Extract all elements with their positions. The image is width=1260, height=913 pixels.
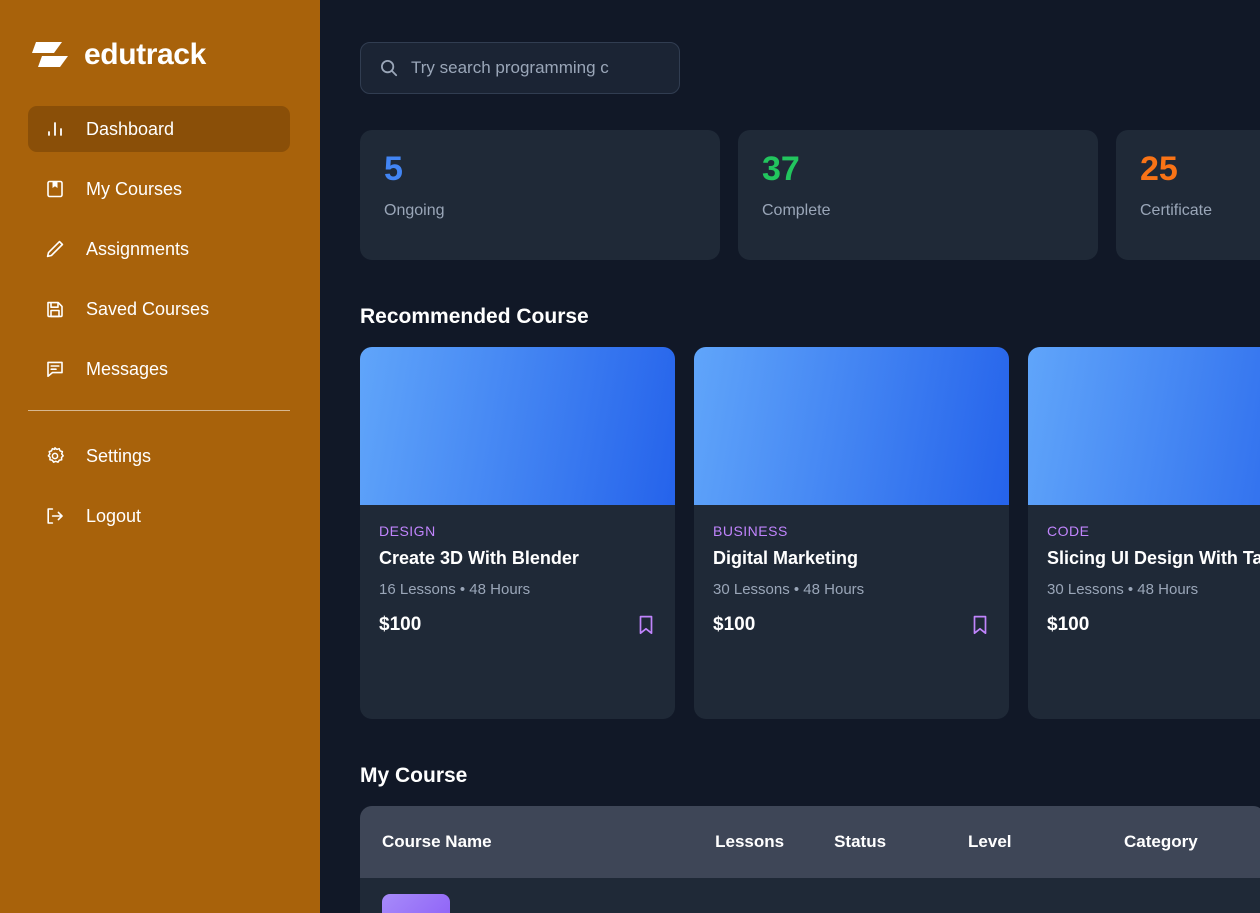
sidebar-item-label: Saved Courses bbox=[86, 298, 210, 319]
course-title: Slicing UI Design With Tailwind bbox=[1047, 548, 1260, 568]
course-thumbnail bbox=[694, 347, 1009, 505]
column-header-lessons[interactable]: Lessons bbox=[715, 832, 834, 852]
sidebar-item-label: Assignments bbox=[86, 238, 190, 259]
sidebar-item-label: Logout bbox=[86, 505, 142, 526]
brand: edutrack bbox=[0, 0, 320, 80]
course-meta: 30 Lessons • 48 Hours bbox=[1047, 580, 1199, 598]
course-price: $100 bbox=[1047, 613, 1090, 635]
course-title: Digital Marketing bbox=[713, 548, 859, 568]
column-header-course-name[interactable]: Course Name bbox=[382, 832, 715, 852]
course-card-body: DESIGN Create 3D With Blender 16 Lessons… bbox=[360, 505, 675, 719]
course-title: Create 3D With Blender bbox=[379, 548, 579, 568]
sidebar-item-saved-courses[interactable]: Saved Courses bbox=[28, 286, 290, 332]
stat-value: 5 bbox=[384, 150, 403, 188]
sidebar-item-label: Dashboard bbox=[86, 118, 175, 139]
logout-arrow-icon bbox=[44, 505, 66, 527]
sidebar-item-label: Settings bbox=[86, 445, 152, 466]
sidebar-item-settings[interactable]: Settings bbox=[28, 433, 290, 479]
my-course-table: Course Name Lessons Status Level Categor… bbox=[360, 806, 1260, 913]
stats-row: 5 Ongoing 37 Complete 25 Certificate bbox=[360, 130, 1260, 260]
column-header-status[interactable]: Status bbox=[834, 832, 968, 852]
course-category: CODE bbox=[1047, 523, 1090, 539]
message-square-icon bbox=[44, 358, 66, 380]
stat-value: 25 bbox=[1140, 150, 1178, 188]
save-disk-icon bbox=[44, 298, 66, 320]
recommended-course-title: Recommended Course bbox=[360, 305, 589, 328]
stat-card-complete[interactable]: 37 Complete bbox=[738, 130, 1098, 260]
brand-name: edutrack bbox=[84, 38, 206, 71]
stacked-bars-logo-icon bbox=[32, 38, 70, 72]
column-header-category[interactable]: Category bbox=[1124, 832, 1260, 852]
book-bookmark-icon bbox=[44, 178, 66, 200]
sidebar-item-label: Messages bbox=[86, 358, 169, 379]
column-header-level[interactable]: Level bbox=[968, 832, 1124, 852]
sidebar-nav: Dashboard My Courses Assignments Saved C… bbox=[0, 106, 320, 392]
stat-card-certificate[interactable]: 25 Certificate bbox=[1116, 130, 1260, 260]
stat-label: Complete bbox=[762, 201, 831, 219]
sidebar-divider bbox=[28, 410, 290, 411]
sidebar-nav-bottom: Settings Logout bbox=[0, 433, 320, 539]
sidebar: edutrack Dashboard My Courses Assignment… bbox=[0, 0, 320, 913]
course-thumbnail bbox=[1028, 347, 1260, 505]
course-card-footer: $100 bbox=[1047, 614, 1260, 636]
app-root: edutrack Dashboard My Courses Assignment… bbox=[0, 0, 1260, 913]
bar-chart-icon bbox=[44, 118, 66, 140]
course-card-footer: $100 bbox=[713, 614, 990, 636]
course-price: $100 bbox=[379, 613, 422, 635]
sidebar-item-dashboard[interactable]: Dashboard bbox=[28, 106, 290, 152]
recommended-course-list: DESIGN Create 3D With Blender 16 Lessons… bbox=[360, 347, 1260, 719]
sidebar-item-assignments[interactable]: Assignments bbox=[28, 226, 290, 272]
table-header-row: Course Name Lessons Status Level Categor… bbox=[360, 806, 1260, 878]
course-card[interactable]: CODE Slicing UI Design With Tailwind 30 … bbox=[1028, 347, 1260, 719]
bookmark-icon[interactable] bbox=[636, 614, 656, 636]
sidebar-item-my-courses[interactable]: My Courses bbox=[28, 166, 290, 212]
course-card-footer: $100 bbox=[379, 614, 656, 636]
course-meta: 30 Lessons • 48 Hours bbox=[713, 580, 865, 598]
search-icon bbox=[379, 58, 399, 78]
stat-value: 37 bbox=[762, 150, 800, 188]
bookmark-icon[interactable] bbox=[970, 614, 990, 636]
stat-label: Certificate bbox=[1140, 201, 1213, 219]
course-card-body: BUSINESS Digital Marketing 30 Lessons • … bbox=[694, 505, 1009, 719]
my-course-title: My Course bbox=[360, 764, 468, 787]
course-card[interactable]: BUSINESS Digital Marketing 30 Lessons • … bbox=[694, 347, 1009, 719]
main-content: 5 Ongoing 37 Complete 25 Certificate Rec… bbox=[320, 0, 1260, 913]
search-bar[interactable] bbox=[360, 42, 680, 94]
sidebar-item-logout[interactable]: Logout bbox=[28, 493, 290, 539]
sidebar-item-label: My Courses bbox=[86, 178, 183, 199]
course-category: BUSINESS bbox=[713, 523, 788, 539]
table-row[interactable] bbox=[360, 878, 1260, 913]
pencil-icon bbox=[44, 238, 66, 260]
gear-icon bbox=[44, 445, 66, 467]
course-price: $100 bbox=[713, 613, 756, 635]
course-row-thumbnail bbox=[382, 894, 450, 913]
course-thumbnail bbox=[360, 347, 675, 505]
stat-label: Ongoing bbox=[384, 201, 445, 219]
search-input[interactable] bbox=[411, 58, 661, 78]
stat-card-ongoing[interactable]: 5 Ongoing bbox=[360, 130, 720, 260]
course-card[interactable]: DESIGN Create 3D With Blender 16 Lessons… bbox=[360, 347, 675, 719]
course-card-body: CODE Slicing UI Design With Tailwind 30 … bbox=[1028, 505, 1260, 719]
course-category: DESIGN bbox=[379, 523, 436, 539]
course-meta: 16 Lessons • 48 Hours bbox=[379, 580, 531, 598]
sidebar-item-messages[interactable]: Messages bbox=[28, 346, 290, 392]
